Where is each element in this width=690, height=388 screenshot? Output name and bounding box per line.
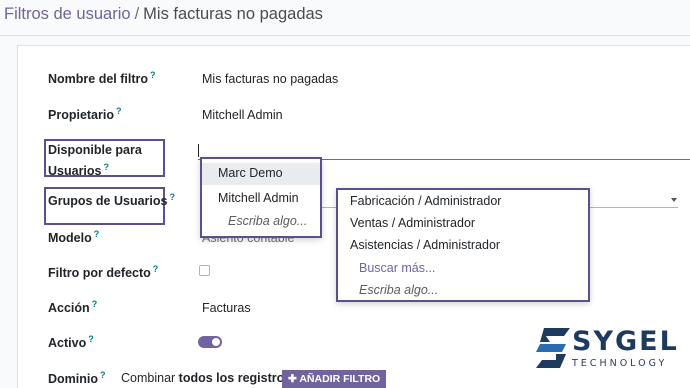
dropdown-item[interactable]: Fabricación / Administrador: [350, 194, 501, 208]
header-divider: [0, 35, 690, 36]
help-icon[interactable]: ?: [92, 299, 98, 309]
sygel-logo-mark-icon: [536, 328, 570, 368]
chevron-down-icon[interactable]: [671, 198, 677, 202]
dominio-label: Dominio?: [48, 370, 106, 387]
dropdown-item[interactable]: Mitchell Admin: [218, 191, 299, 205]
breadcrumb-parent-link[interactable]: Filtros de usuario: [4, 5, 131, 23]
dropdown-search-more[interactable]: Buscar más...: [359, 261, 435, 275]
breadcrumb-current: Mis facturas no pagadas: [143, 5, 323, 23]
grupos-label: Grupos de Usuarios?: [48, 192, 175, 209]
accion-field[interactable]: Facturas: [202, 301, 251, 315]
disponible-label: Disponible para Usuarios?: [48, 143, 142, 179]
dropdown-item[interactable]: Marc Demo: [202, 163, 320, 185]
accion-label: Acción?: [48, 299, 98, 316]
modelo-label: Modelo?: [48, 229, 100, 246]
users-dropdown: Marc Demo Mitchell Admin Escriba algo...: [200, 157, 322, 238]
nombre-field[interactable]: Mis facturas no pagadas: [202, 72, 338, 86]
logo-subtitle: TECHNOLOGY: [572, 358, 668, 369]
activo-toggle[interactable]: [198, 336, 222, 348]
breadcrumb-separator: /: [134, 5, 140, 23]
add-filter-button[interactable]: ✚ AÑADIR FILTRO: [282, 370, 387, 388]
filtro-defecto-label: Filtro por defecto?: [48, 264, 159, 281]
help-icon[interactable]: ?: [169, 192, 175, 202]
text-cursor: [198, 144, 199, 157]
dropdown-create-item[interactable]: Escriba algo...: [359, 283, 438, 297]
dominio-text: Combinar todos los registros: [121, 371, 292, 385]
help-icon[interactable]: ?: [100, 370, 106, 380]
activo-label: Activo?: [48, 334, 94, 351]
help-icon[interactable]: ?: [104, 162, 110, 172]
logo-name: SYGEL: [572, 326, 679, 357]
toggle-knob: [212, 338, 220, 346]
nombre-label: Nombre del filtro?: [48, 70, 156, 87]
help-icon[interactable]: ?: [116, 106, 122, 116]
propietario-field[interactable]: Mitchell Admin: [202, 108, 283, 122]
propietario-label: Propietario?: [48, 106, 122, 123]
help-icon[interactable]: ?: [94, 229, 100, 239]
sygel-logo: SYGEL TECHNOLOGY: [536, 326, 679, 372]
filtro-defecto-checkbox[interactable]: [199, 265, 210, 276]
help-icon[interactable]: ?: [88, 334, 94, 344]
dropdown-create-item[interactable]: Escriba algo...: [228, 214, 307, 228]
dropdown-item[interactable]: Ventas / Administrador: [350, 216, 475, 230]
groups-dropdown: Fabricación / Administrador Ventas / Adm…: [336, 188, 590, 302]
dropdown-item[interactable]: Asistencias / Administrador: [350, 238, 500, 252]
help-icon[interactable]: ?: [153, 264, 159, 274]
help-icon[interactable]: ?: [150, 70, 156, 80]
breadcrumb: Filtros de usuario / Mis facturas no pagad…: [4, 5, 323, 24]
